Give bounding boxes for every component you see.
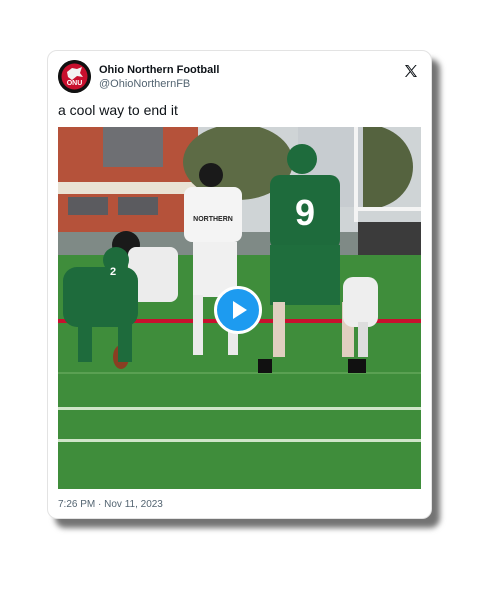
tweet-text: a cool way to end it <box>58 102 178 118</box>
shirt-text: NORTHERN <box>193 216 233 223</box>
onu-logo-icon: ONU <box>58 60 91 93</box>
play-icon <box>233 301 247 319</box>
author-block: Ohio Northern Football @OhioNorthernFB <box>99 63 219 91</box>
jersey-number: 9 <box>295 192 315 233</box>
avatar-text: ONU <box>67 80 83 87</box>
author-name[interactable]: Ohio Northern Football <box>99 63 219 77</box>
video-player[interactable]: NORTHERN 2 9 <box>58 127 421 489</box>
author-handle[interactable]: @OhioNorthernFB <box>99 77 219 91</box>
play-button[interactable] <box>214 286 262 334</box>
avatar[interactable]: ONU <box>58 60 91 93</box>
tweet-header: ONU Ohio Northern Football @OhioNorthern… <box>58 60 421 94</box>
tweet-timestamp[interactable]: 7:26 PM · Nov 11, 2023 <box>58 498 163 511</box>
lineman-number: 2 <box>110 266 116 278</box>
x-logo-icon[interactable] <box>403 63 419 79</box>
tweet-card[interactable]: ONU Ohio Northern Football @OhioNorthern… <box>47 50 432 519</box>
